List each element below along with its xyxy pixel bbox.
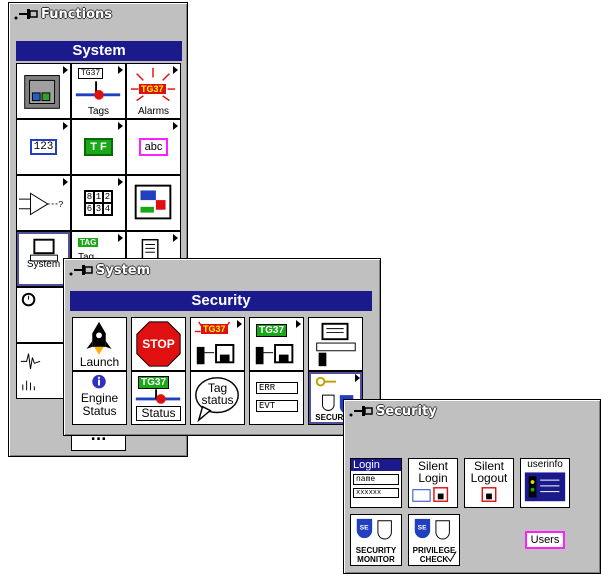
tags-label: Tags (87, 106, 110, 117)
security-monitor-line2: MONITOR (357, 555, 395, 564)
database-tile[interactable] (308, 317, 363, 371)
login-tile[interactable]: Login name xxxxxx (350, 458, 402, 508)
users-label: Users (524, 531, 566, 549)
array-cell: 8 (85, 191, 94, 203)
functions-title: Functions (41, 6, 113, 22)
boolean-tile[interactable]: T F (71, 119, 126, 175)
svg-text:SE: SE (418, 524, 427, 531)
alarm-tag-badge: TG37 (201, 324, 228, 334)
err-evt-tile[interactable]: ERR EVT (249, 371, 304, 425)
userinfo-tile[interactable]: userinfo (520, 458, 570, 508)
evt-label: EVT (256, 400, 298, 412)
computer-io-icon (24, 75, 60, 109)
privilege-check-tile[interactable]: SE PRIVILEGE CHECK (408, 514, 460, 566)
login-title: Login (351, 459, 401, 471)
login-password-field: xxxxxx (353, 488, 399, 498)
security-title: Security (376, 403, 437, 419)
system-grid: Launch STOP TG37 TG37 Engine Status TG37… (72, 317, 363, 425)
array-cell: 2 (103, 191, 112, 203)
status-label: Status (136, 406, 181, 421)
stop-label: STOP (142, 337, 175, 351)
user-info-icon (524, 472, 566, 502)
engine-status-tile[interactable]: Engine Status (72, 371, 127, 425)
disk-log-icon (255, 344, 294, 365)
comparison-icon: ? (18, 192, 63, 216)
svg-text:?: ? (58, 199, 63, 209)
tag-green-badge: TAG (78, 238, 99, 247)
array-tile[interactable]: 8 1 2 6 3 4 (71, 175, 126, 231)
string-tile[interactable]: abc (126, 119, 181, 175)
lock-icon (481, 487, 497, 502)
computer-io-tile[interactable] (16, 63, 71, 119)
cluster-tile[interactable] (126, 175, 181, 231)
cluster-icon (134, 184, 172, 220)
array-cell: 4 (103, 203, 112, 215)
database-icon (316, 322, 356, 367)
alarm-tag-badge: TG37 (139, 84, 166, 94)
tag-log-tile[interactable]: TG37 (249, 317, 304, 371)
stop-tile[interactable]: STOP (131, 317, 186, 371)
privilege-check-line2: CHECK (419, 555, 449, 564)
array-cell: 1 (94, 191, 103, 203)
silent-login-tile[interactable]: Silent Login (408, 458, 458, 508)
submenu-arrow-icon (118, 234, 123, 242)
security-monitor-tile[interactable]: SE SECURITY MONITOR (350, 514, 402, 566)
users-tile[interactable]: Users (520, 528, 570, 552)
pushpin-icon[interactable] (348, 403, 374, 419)
system-titlebar[interactable]: System (68, 261, 150, 279)
security-monitor-line1: SECURITY (355, 546, 397, 555)
launch-tile[interactable]: Launch (72, 317, 127, 371)
err-label: ERR (256, 382, 298, 394)
user-lock-icon (412, 487, 449, 502)
functions-section-header: System (16, 41, 182, 61)
alarms-tile[interactable]: TG37 Alarms (126, 63, 181, 119)
svg-text:SE: SE (360, 524, 369, 531)
tag-status-bubble-tile[interactable]: Tag status (190, 371, 245, 425)
tag-status-line2: status (201, 393, 234, 407)
array-cell: 6 (85, 203, 94, 215)
tags-tile[interactable]: TG37 Tags (71, 63, 126, 119)
tag-status-tile[interactable]: TG37 Status (131, 371, 186, 425)
comparison-tile[interactable]: ? (16, 175, 71, 231)
numeric-tile[interactable]: 123 (16, 119, 71, 175)
login-name-field: name (353, 474, 399, 485)
privilege-check-line1: PRIVILEGE (412, 546, 456, 555)
boolean-icon: T F (84, 138, 113, 156)
silent-logout-tile[interactable]: Silent Logout (464, 458, 514, 508)
system-palette: System Security Launch STOP TG37 TG37 En… (63, 258, 381, 436)
numeric-icon: 123 (29, 139, 58, 155)
functions-titlebar[interactable]: Functions (13, 5, 112, 23)
string-icon: abc (138, 138, 169, 156)
launch-label: Launch (79, 355, 120, 369)
alarm-log-tile[interactable]: TG37 (190, 317, 245, 371)
alarms-label: Alarms (137, 106, 170, 117)
engine-status-line2: Status (82, 404, 117, 418)
pushpin-icon[interactable] (13, 6, 39, 22)
pushpin-icon[interactable] (68, 262, 94, 278)
array-cell: 3 (94, 203, 103, 215)
security-palette: Security Login name xxxxxx Silent Login … (343, 399, 601, 574)
system-title: System (96, 262, 151, 278)
system-section-header: Security (70, 291, 372, 311)
security-titlebar[interactable]: Security (348, 402, 437, 420)
